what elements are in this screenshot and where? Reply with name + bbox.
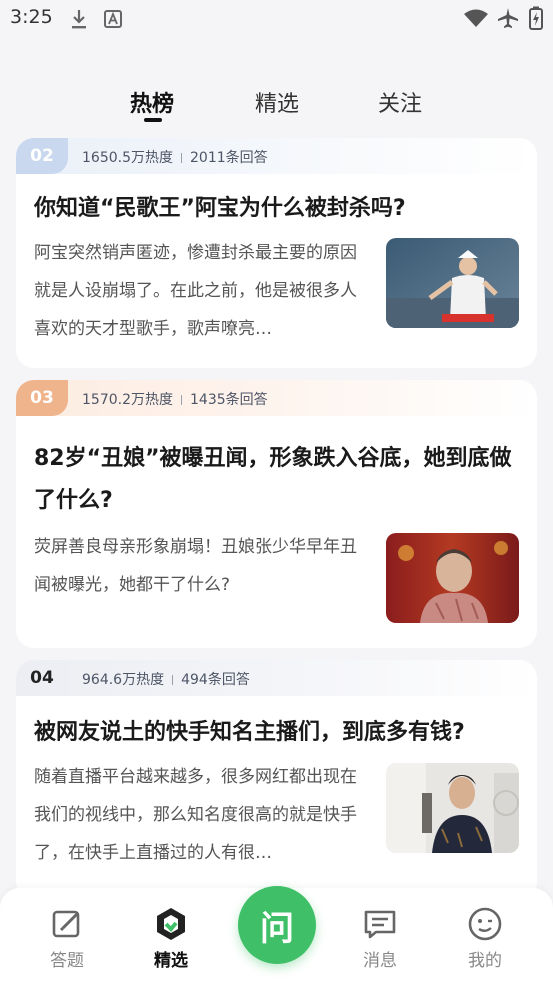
elderly-woman-image	[386, 533, 519, 623]
question-card[interactable]: 02 1650.5万热度 2011条回答 你知道“民歌王”阿宝为什么被封杀吗? 阿…	[16, 138, 537, 368]
meta-separator	[172, 675, 174, 685]
status-bar: 3:25	[0, 0, 553, 40]
question-card[interactable]: 03 1570.2万热度 1435条回答 82岁“丑娘”被曝丑闻，形象跌入谷底，她…	[16, 380, 537, 648]
meta-separator	[181, 153, 182, 163]
nav-featured[interactable]: 精选	[136, 906, 206, 971]
rank-badge: 03	[16, 380, 68, 416]
heat-count: 1570.2万热度	[82, 392, 173, 408]
question-thumbnail[interactable]	[386, 238, 519, 328]
answer-excerpt[interactable]: 阿宝突然销声匿迹，惨遭封杀最主要的原因就是人设崩塌了。在此之前，他是被很多人喜欢…	[34, 234, 364, 348]
tab-indicator	[144, 118, 162, 122]
heat-count: 964.6万热度	[82, 672, 165, 688]
battery-charging-icon	[529, 6, 543, 30]
featured-icon	[157, 908, 185, 940]
message-icon	[364, 910, 396, 939]
download-icon	[72, 10, 86, 29]
heat-count: 1650.5万热度	[82, 150, 173, 166]
top-tabs: 热榜 精选 关注	[0, 78, 553, 128]
answer-count: 494条回答	[181, 672, 250, 688]
answer-count: 1435条回答	[190, 392, 268, 408]
question-thumbnail[interactable]	[386, 533, 519, 623]
nav-answer[interactable]: 答题	[32, 906, 102, 971]
rank-badge: 02	[16, 138, 68, 174]
tab-featured[interactable]: 精选	[255, 86, 299, 118]
question-card[interactable]: 04 964.6万热度 494条回答 被网友说土的快手知名主播们，到底多有钱? 随…	[16, 660, 537, 900]
nav-label: 答题	[50, 951, 84, 971]
card-meta: 964.6万热度 494条回答	[82, 669, 250, 689]
nav-label: 精选	[154, 951, 188, 971]
tab-following[interactable]: 关注	[378, 86, 422, 118]
tab-hot-list[interactable]: 热榜	[130, 86, 174, 118]
card-meta: 1570.2万热度 1435条回答	[82, 389, 268, 409]
nav-label: 消息	[363, 951, 397, 971]
status-time: 3:25	[10, 6, 53, 28]
ask-question-button[interactable]: 问	[238, 886, 316, 964]
question-thumbnail[interactable]	[386, 763, 519, 853]
question-title[interactable]: 被网友说土的快手知名主播们，到底多有钱?	[34, 712, 524, 754]
streamer-portrait-image	[386, 763, 519, 853]
card-header: 03 1570.2万热度 1435条回答	[16, 380, 537, 416]
card-meta: 1650.5万热度 2011条回答	[82, 147, 268, 167]
a-letter-icon	[104, 10, 122, 28]
airplane-icon	[498, 8, 518, 28]
card-header: 02 1650.5万热度 2011条回答	[16, 138, 537, 174]
singer-stage-image	[386, 238, 519, 328]
app-screen: 3:25 热榜 精选 关注 02 1650.5万热度 2011条回答 你知道“民…	[0, 0, 553, 983]
nav-profile[interactable]: 我的	[450, 906, 520, 971]
question-title[interactable]: 你知道“民歌王”阿宝为什么被封杀吗?	[34, 188, 524, 230]
edit-icon	[52, 910, 80, 938]
wifi-icon	[464, 9, 488, 27]
question-title[interactable]: 82岁“丑娘”被曝丑闻，形象跌入谷底，她到底做了什么?	[34, 438, 524, 522]
profile-icon	[468, 907, 502, 941]
card-header: 04 964.6万热度 494条回答	[16, 660, 537, 696]
answer-count: 2011条回答	[190, 150, 268, 166]
answer-excerpt[interactable]: 随着直播平台越来越多，很多网红都出现在我们的视线中，那么知名度很高的就是快手了，…	[34, 758, 364, 872]
rank-badge: 04	[30, 668, 54, 688]
nav-messages[interactable]: 消息	[345, 906, 415, 971]
meta-separator	[181, 395, 182, 405]
answer-excerpt[interactable]: 荧屏善良母亲形象崩塌！丑娘张少华早年丑闻被曝光，她都干了什么?	[34, 528, 364, 604]
nav-label: 我的	[468, 951, 502, 971]
